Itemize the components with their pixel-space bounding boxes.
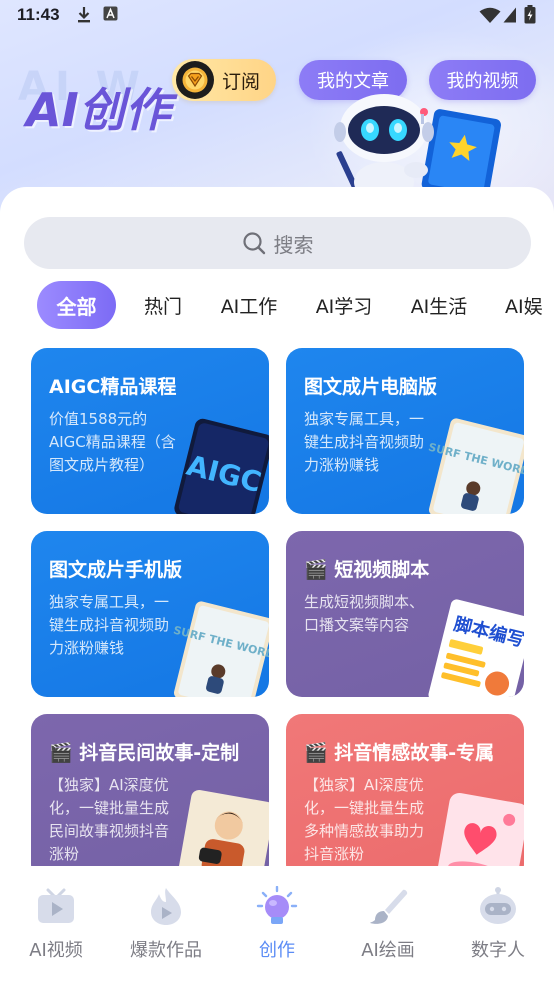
folk-story-cover-image [176, 789, 269, 867]
battery-icon [524, 5, 536, 24]
card-aigc-course[interactable]: AIGC精品课程 价值1588元的AIGC精品课程（含图文成片教程） AIGC [31, 348, 269, 514]
tab-ai-entertainment[interactable]: AI娱 [497, 281, 554, 329]
search-input[interactable]: 搜索 [24, 217, 531, 269]
subscribe-label: 订阅 [222, 70, 261, 93]
card-article-to-video-pc[interactable]: 图文成片电脑版 独家专属工具，一键生成抖音视频助力涨粉赚钱 SURF THE W… [286, 348, 524, 514]
aigc-book-cover-image: AIGC [174, 418, 269, 514]
card-folk-story-custom[interactable]: 🎬 抖音民间故事-定制 【独家】AI深度优化，一键批量生成民间故事视频抖音涨粉 [31, 714, 269, 867]
card-title: 🎬 抖音情感故事-专属 [304, 742, 495, 764]
tab-ai-work[interactable]: AI工作 [212, 281, 286, 329]
robot-head-icon [480, 887, 516, 924]
category-tabs: 全部 热门 AI工作 AI学习 AI生活 AI娱 [0, 281, 554, 331]
nav-digital-human[interactable]: 数字人 [443, 886, 553, 962]
lightbulb-icon [256, 886, 298, 924]
surf-the-world-cover-image: SURF THE WORLD [172, 601, 269, 697]
nav-label: 爆款作品 [130, 940, 202, 961]
nav-label: AI绘画 [361, 940, 415, 961]
surf-the-world-cover-image: SURF THE WORLD [427, 418, 524, 514]
nav-label: AI视频 [29, 940, 83, 961]
content-panel: 搜索 全部 热门 AI工作 AI学习 AI生活 AI娱 AIGC精品课程 价值1… [0, 187, 554, 867]
card-short-video-script[interactable]: 🎬 短视频脚本 生成短视频脚本、口播文案等内容 脚本编写 [286, 531, 524, 697]
bottom-navigation: AI视频 爆款作品 创作 AI绘画 数字人 [0, 866, 554, 984]
brand-title: AI创作 [26, 83, 171, 137]
card-description: 独家专属工具，一键生成抖音视频助力涨粉赚钱 [304, 410, 425, 474]
status-time: 11:43 [17, 5, 60, 24]
card-title: 🎬 短视频脚本 [304, 559, 430, 581]
status-bar: 11:43 [0, 0, 554, 30]
nav-hot-works[interactable]: 爆款作品 [111, 886, 221, 962]
card-title: AIGC精品课程 [49, 376, 177, 398]
script-writing-cover-image: 脚本编写 [428, 599, 524, 697]
nav-label: 创作 [259, 940, 295, 961]
tab-ai-learning[interactable]: AI学习 [307, 281, 381, 329]
nav-create[interactable]: 创作 [222, 886, 332, 962]
card-description: 【独家】AI深度优化，一键批量生成多种情感故事助力抖音涨粉 [304, 776, 425, 863]
card-title: 图文成片电脑版 [304, 376, 438, 398]
notification-a-icon [103, 6, 118, 21]
tv-play-icon [38, 888, 74, 923]
card-emotional-story-exclusive[interactable]: 🎬 抖音情感故事-专属 【独家】AI深度优化，一键批量生成多种情感故事助力抖音涨… [286, 714, 524, 867]
card-description: 价值1588元的AIGC精品课程（含图文成片教程） [49, 410, 176, 474]
fire-play-icon [151, 888, 181, 925]
tab-hot[interactable]: 热门 [132, 281, 194, 329]
download-icon [78, 7, 90, 23]
tab-all[interactable]: 全部 [37, 281, 116, 329]
search-icon [242, 232, 265, 255]
robot-mascot-illustration [334, 94, 501, 192]
ai-creation-screen: 11:43 AI W AI创作 订阅 我的文章 我的视频 搜索 全部 热门 AI… [0, 0, 554, 984]
card-description: 生成短视频脚本、口播文案等内容 [304, 593, 425, 634]
wifi-icon [479, 7, 501, 23]
diamond-vip-icon [176, 61, 214, 99]
card-description: 【独家】AI深度优化，一键批量生成民间故事视频抖音涨粉 [49, 776, 170, 863]
hearts-cover-image [436, 792, 524, 867]
nav-ai-video[interactable]: AI视频 [1, 886, 111, 962]
card-article-to-video-mobile[interactable]: 图文成片手机版 独家专属工具，一键生成抖音视频助力涨粉赚钱 SURF THE W… [31, 531, 269, 697]
card-title: 图文成片手机版 [49, 559, 183, 581]
nav-label: 数字人 [471, 940, 525, 961]
card-title: 🎬 抖音民间故事-定制 [49, 742, 240, 764]
search-placeholder: 搜索 [273, 232, 314, 257]
card-description: 独家专属工具，一键生成抖音视频助力涨粉赚钱 [49, 593, 170, 657]
paintbrush-icon [370, 889, 408, 924]
tab-ai-life[interactable]: AI生活 [402, 281, 476, 329]
cellular-signal-icon [503, 7, 516, 23]
subscribe-button[interactable]: 订阅 [172, 59, 276, 101]
nav-ai-painting[interactable]: AI绘画 [333, 886, 443, 962]
